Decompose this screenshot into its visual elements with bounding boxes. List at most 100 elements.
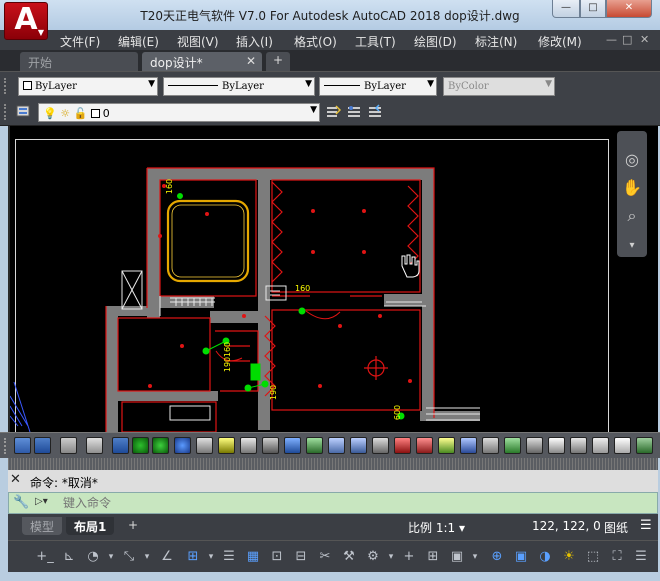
steering-wheel-icon[interactable]: ◎: [621, 149, 643, 171]
menu-insert[interactable]: 插入(I): [236, 33, 273, 50]
tool-icon[interactable]: [196, 437, 213, 454]
annotation-monitor-icon[interactable]: +: [400, 548, 418, 566]
tool-icon[interactable]: [614, 437, 631, 454]
tool-icon[interactable]: [548, 437, 565, 454]
menu-tools[interactable]: 工具(T): [355, 33, 396, 50]
color-dropdown[interactable]: ByLayer ▼: [18, 77, 158, 96]
customization-menu-icon[interactable]: ☰: [640, 518, 652, 533]
pan-hand-icon[interactable]: ✋: [621, 177, 643, 199]
workspace-gear-icon[interactable]: ⚙: [364, 548, 382, 566]
linetype-dropdown[interactable]: ByLayer ▼: [163, 77, 315, 96]
tool-icon[interactable]: [328, 437, 345, 454]
tab-layout1[interactable]: 布局1: [66, 517, 115, 535]
toolbar-grip[interactable]: [4, 438, 10, 454]
tool-icon[interactable]: [60, 437, 77, 454]
tool-icon[interactable]: [174, 437, 191, 454]
3d-osnap-icon[interactable]: ⊟: [292, 548, 310, 566]
snap-tracking-icon[interactable]: ⊞: [184, 548, 202, 566]
polar-tracking-icon[interactable]: ◔: [84, 548, 102, 566]
hardware-acceleration-icon[interactable]: ◑: [536, 548, 554, 566]
ortho-mode-icon[interactable]: ⊾: [60, 548, 78, 566]
transparency-icon[interactable]: ▦: [244, 548, 262, 566]
maximize-button[interactable]: □: [580, 0, 606, 18]
dynamic-ucs-icon[interactable]: ✂: [316, 548, 334, 566]
tool-icon[interactable]: [262, 437, 279, 454]
doc-close-button[interactable]: ✕: [640, 33, 649, 46]
toolbar-grip[interactable]: [4, 104, 10, 120]
clean-screen-icon[interactable]: ☀: [560, 548, 578, 566]
menu-draw[interactable]: 绘图(D): [414, 33, 457, 50]
tab-close-icon[interactable]: ✕: [246, 54, 256, 68]
new-tab-button[interactable]: +: [266, 52, 290, 71]
tab-start[interactable]: 开始: [20, 52, 138, 71]
add-layout-button[interactable]: +: [120, 517, 146, 535]
polar-dropdown-icon[interactable]: ▾: [102, 548, 120, 566]
command-line-close-icon[interactable]: ✕: [10, 472, 26, 490]
tool-icon[interactable]: [504, 437, 521, 454]
tool-icon[interactable]: [372, 437, 389, 454]
lineweight-icon[interactable]: ☰: [220, 548, 238, 566]
annotation-visibility-icon[interactable]: ∠: [158, 548, 176, 566]
tab-model[interactable]: 模型: [22, 517, 63, 535]
selection-cycling-icon[interactable]: ⊡: [268, 548, 286, 566]
menu-format[interactable]: 格式(O): [294, 33, 337, 50]
plotstyle-dropdown[interactable]: ByColor ▼: [443, 77, 555, 96]
tool-icon[interactable]: [240, 437, 257, 454]
isolate-objects-icon[interactable]: ▣: [512, 548, 530, 566]
tool-icon[interactable]: [306, 437, 323, 454]
workspace-dropdown-icon[interactable]: ▾: [382, 548, 400, 566]
tool-icon[interactable]: [112, 437, 129, 454]
tool-icon[interactable]: [86, 437, 103, 454]
tool-icon[interactable]: [526, 437, 543, 454]
tool-icon[interactable]: [132, 437, 149, 454]
quick-properties-icon[interactable]: ▣: [448, 548, 466, 566]
tool-icon[interactable]: [438, 437, 455, 454]
object-snap-icon[interactable]: ⤡: [120, 548, 138, 566]
qp-dropdown-icon[interactable]: ▾: [466, 548, 484, 566]
doc-restore-button[interactable]: □: [622, 33, 632, 46]
tool-icon[interactable]: [284, 437, 301, 454]
drawing-canvas[interactable]: 160 160 160 190 190 600: [8, 126, 658, 432]
minimize-button[interactable]: —: [552, 0, 580, 18]
close-button[interactable]: ✕: [606, 0, 652, 18]
layer-properties-icon[interactable]: [14, 103, 32, 121]
status-customize-icon[interactable]: ☰: [632, 548, 650, 566]
tool-icon[interactable]: [592, 437, 609, 454]
menu-edit[interactable]: 编辑(E): [118, 33, 159, 50]
zoom-extents-icon[interactable]: ⌕: [621, 205, 643, 227]
tool-icon[interactable]: [482, 437, 499, 454]
fullscreen-icon[interactable]: ⛶: [608, 548, 626, 566]
lock-ui-icon[interactable]: ⊕: [488, 548, 506, 566]
units-icon[interactable]: ⊞: [424, 548, 442, 566]
tool-icon[interactable]: [14, 437, 31, 454]
lineweight-dropdown[interactable]: ByLayer ▼: [319, 77, 437, 96]
recent-commands-icon[interactable]: ▷▾: [35, 496, 57, 511]
tool-icon[interactable]: [636, 437, 653, 454]
coordinate-icon[interactable]: +_: [36, 548, 54, 566]
tracking-dropdown-icon[interactable]: ▾: [202, 548, 220, 566]
menu-modify[interactable]: 修改(M): [538, 33, 582, 50]
osnap-dropdown-icon[interactable]: ▾: [138, 548, 156, 566]
toolbar-grip[interactable]: [4, 78, 10, 94]
make-current-layer-icon[interactable]: [324, 104, 342, 122]
tool-icon[interactable]: [152, 437, 169, 454]
tool-icon[interactable]: [350, 437, 367, 454]
tool-icon[interactable]: [34, 437, 51, 454]
tool-icon[interactable]: [416, 437, 433, 454]
menu-dimension[interactable]: 标注(N): [475, 33, 517, 50]
tab-dop-drawing[interactable]: dop设计* ✕: [142, 52, 262, 71]
selection-filter-icon[interactable]: ⚒: [340, 548, 358, 566]
layer-previous-icon[interactable]: [366, 104, 384, 122]
customize-wrench-icon[interactable]: 🔧: [13, 495, 29, 511]
menu-file[interactable]: 文件(F): [60, 33, 100, 50]
annotation-scale[interactable]: 比例 1:1 ▾: [408, 519, 465, 536]
menu-view[interactable]: 视图(V): [177, 33, 219, 50]
command-input[interactable]: [63, 494, 643, 512]
layer-dropdown[interactable]: 💡 ☼ 🔓 0 ▼: [38, 103, 320, 122]
tool-icon[interactable]: [460, 437, 477, 454]
nav-bar-options-icon[interactable]: ▾: [621, 235, 643, 257]
application-menu-button[interactable]: A ▼: [4, 2, 48, 40]
tool-icon[interactable]: [218, 437, 235, 454]
tool-icon[interactable]: [394, 437, 411, 454]
match-layer-icon[interactable]: [345, 104, 363, 122]
